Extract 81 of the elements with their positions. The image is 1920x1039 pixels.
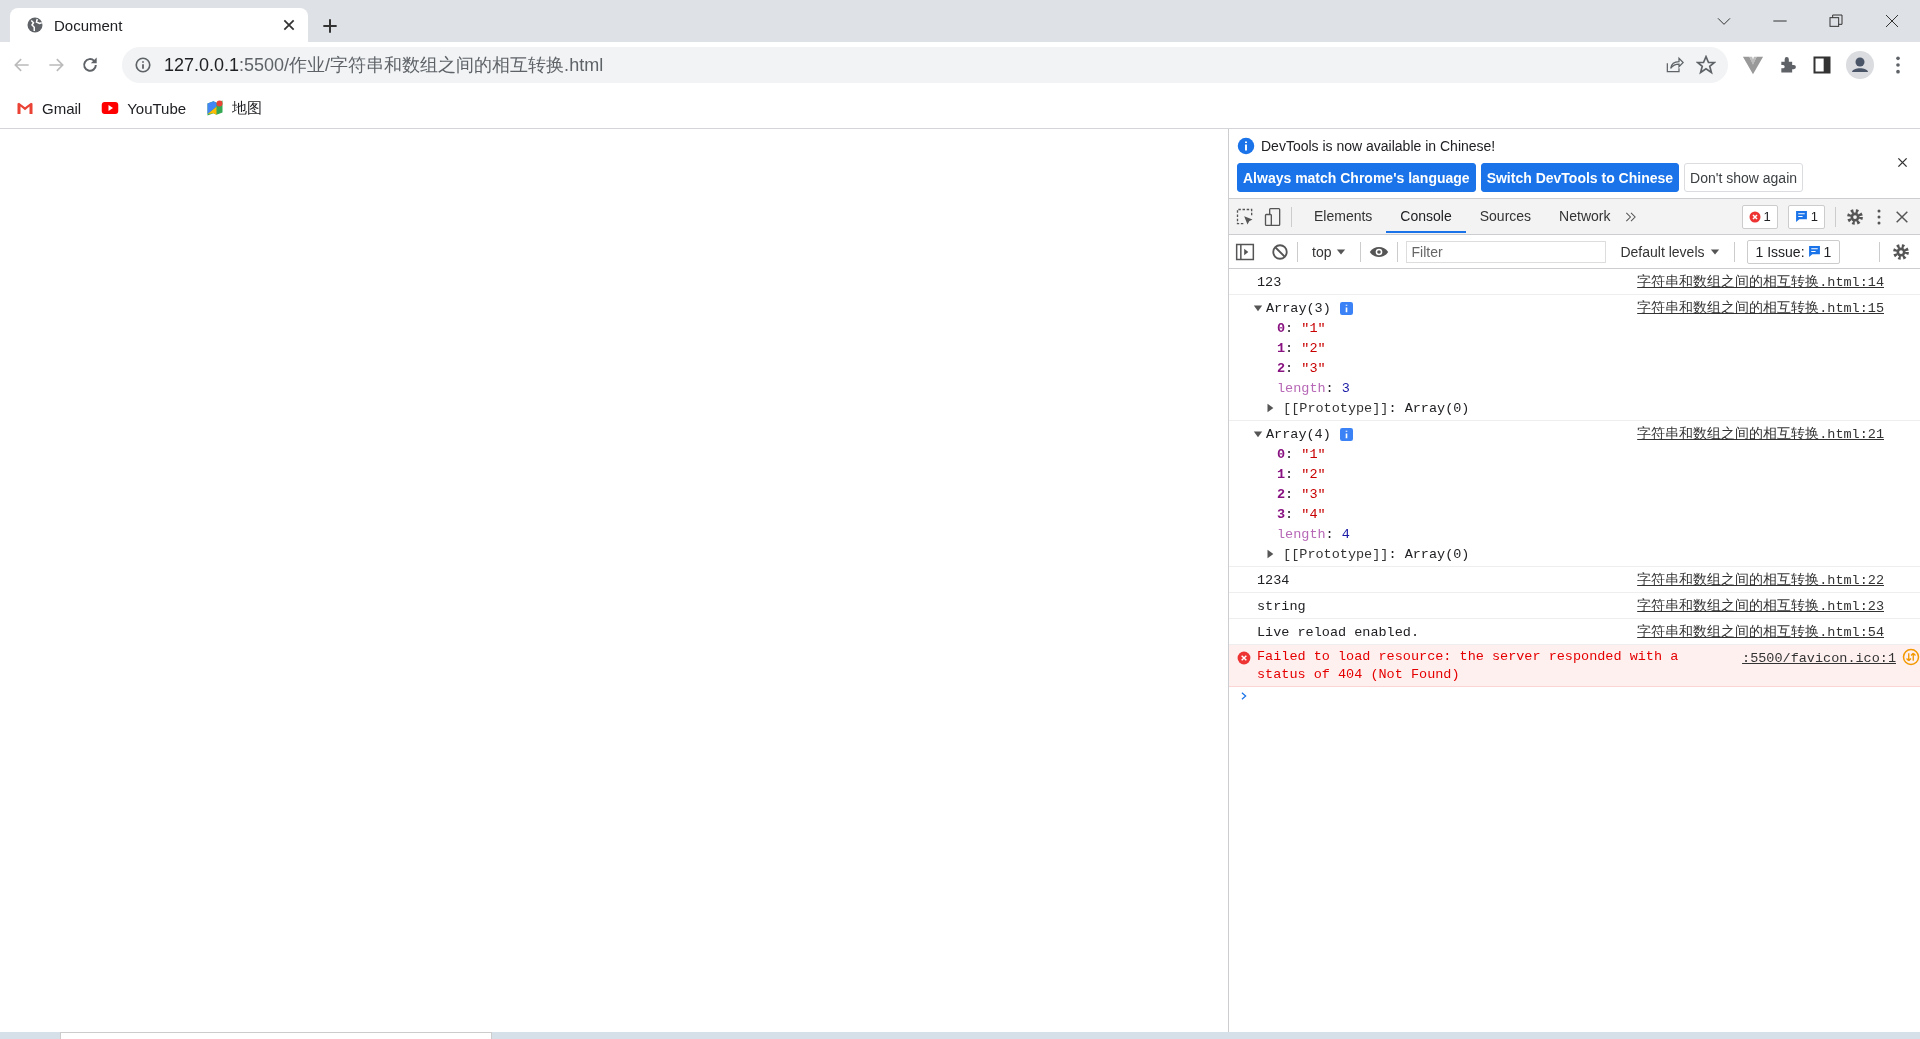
info-icon bbox=[1237, 137, 1255, 155]
error-icon bbox=[1748, 210, 1761, 223]
banner-button[interactable]: Always match Chrome's language bbox=[1237, 163, 1476, 192]
devtools-tab[interactable]: Sources bbox=[1465, 200, 1546, 233]
source-link[interactable]: 字符串和数组之间的相互转换.html:14 bbox=[1637, 272, 1884, 292]
expand-triangle-icon[interactable] bbox=[1265, 549, 1275, 559]
message-counter[interactable]: 1 bbox=[1787, 204, 1825, 229]
devtools-tab[interactable]: Elements bbox=[1300, 200, 1387, 233]
source-link[interactable]: 字符串和数组之间的相互转换.html:54 bbox=[1637, 622, 1884, 642]
star-icon[interactable] bbox=[1696, 55, 1716, 75]
inspect-icon[interactable] bbox=[1235, 206, 1255, 227]
info-icon[interactable] bbox=[134, 56, 152, 74]
close-icon[interactable] bbox=[282, 18, 296, 32]
tab-title: Document bbox=[54, 16, 124, 34]
error-icon bbox=[1237, 651, 1251, 665]
settings-icon[interactable] bbox=[1892, 242, 1910, 261]
info-badge-icon bbox=[1339, 301, 1353, 315]
array-header[interactable]: Array(3) bbox=[1253, 298, 1638, 318]
prompt-icon[interactable] bbox=[1239, 691, 1249, 701]
property-entry: length: 4 bbox=[1276, 525, 1351, 544]
v-logo-icon[interactable] bbox=[1742, 54, 1764, 76]
sidebar-icon[interactable] bbox=[1235, 241, 1255, 262]
log-message: string bbox=[1257, 597, 1307, 616]
info-badge-icon bbox=[1339, 427, 1353, 441]
bookmark[interactable]: YouTube bbox=[101, 99, 187, 117]
side-panel-icon[interactable] bbox=[1812, 55, 1832, 75]
puzzle-icon[interactable] bbox=[1778, 55, 1798, 75]
error-counter[interactable]: 1 bbox=[1741, 204, 1778, 229]
expand-triangle-icon[interactable] bbox=[1253, 303, 1263, 313]
banner-button[interactable]: Don't show again bbox=[1684, 163, 1804, 192]
log-message: Live reload enabled. bbox=[1257, 623, 1421, 642]
restore-icon[interactable] bbox=[1828, 13, 1844, 29]
context-dropdown[interactable]: top bbox=[1306, 242, 1353, 261]
devtools-tab[interactable]: Network bbox=[1545, 200, 1625, 233]
property-entry: length: 3 bbox=[1276, 379, 1351, 398]
prototype-entry[interactable]: [[Prototype]]: Array(0) bbox=[1253, 544, 1638, 564]
plus-icon[interactable] bbox=[322, 18, 338, 34]
settings-icon[interactable] bbox=[1846, 207, 1864, 226]
property-entry: 0: "1" bbox=[1276, 319, 1327, 338]
log-message: 1234 bbox=[1257, 571, 1291, 590]
issues-button[interactable]: 1 Issue: 1 bbox=[1746, 239, 1841, 264]
play-icon bbox=[101, 99, 120, 117]
close-icon[interactable] bbox=[1884, 13, 1900, 29]
device-icon[interactable] bbox=[1263, 206, 1283, 227]
source-link[interactable]: :5500/favicon.ico:1 bbox=[1742, 648, 1896, 668]
map-pin-icon bbox=[206, 99, 225, 117]
expand-triangle-icon[interactable] bbox=[1253, 429, 1263, 439]
log-message: 123 bbox=[1257, 273, 1283, 292]
close-icon[interactable] bbox=[1894, 208, 1910, 225]
avatar-icon[interactable] bbox=[1846, 51, 1874, 79]
expand-triangle-icon[interactable] bbox=[1265, 403, 1275, 413]
message-icon bbox=[1807, 245, 1821, 258]
banner-button[interactable]: Switch DevTools to Chinese bbox=[1480, 163, 1680, 192]
message-icon bbox=[1794, 210, 1808, 223]
array-header[interactable]: Array(4) bbox=[1253, 424, 1638, 444]
levels-dropdown[interactable]: Default levels bbox=[1614, 242, 1726, 261]
globe-icon bbox=[26, 16, 44, 34]
filter-field[interactable]: Filter bbox=[1406, 240, 1607, 263]
property-entry: 3: "4" bbox=[1276, 505, 1327, 524]
property-entry: 0: "1" bbox=[1276, 445, 1327, 464]
devtools-tab[interactable]: Console bbox=[1386, 200, 1466, 233]
banner-message: DevTools is now available in Chinese! bbox=[1261, 138, 1496, 154]
property-entry: 1: "2" bbox=[1276, 465, 1327, 484]
block-icon[interactable] bbox=[1271, 242, 1289, 261]
bookmark[interactable]: Gmail bbox=[16, 99, 82, 117]
bookmark[interactable]: 地图 bbox=[206, 98, 263, 118]
source-link[interactable]: 字符串和数组之间的相互转换.html:22 bbox=[1637, 570, 1884, 590]
property-entry: 1: "2" bbox=[1276, 339, 1327, 358]
source-link[interactable]: 字符串和数组之间的相互转换.html:23 bbox=[1637, 596, 1884, 616]
address-bar[interactable]: 127.0.0.1:5500/作业/字符串和数组之间的相互转换.html bbox=[122, 47, 1728, 83]
browser-tab[interactable]: Document bbox=[10, 8, 308, 42]
source-link[interactable]: 字符串和数组之间的相互转换.html:15 bbox=[1637, 298, 1884, 318]
more-tabs-icon[interactable] bbox=[1624, 209, 1639, 224]
close-icon[interactable] bbox=[1897, 157, 1908, 168]
error-message: Failed to load resource: the server responded with a status of 404 (Not Found) bbox=[1257, 648, 1680, 684]
prototype-entry[interactable]: [[Prototype]]: Array(0) bbox=[1253, 398, 1638, 418]
source-link[interactable]: 字符串和数组之间的相互转换.html:21 bbox=[1637, 424, 1884, 444]
share-icon[interactable] bbox=[1664, 55, 1684, 75]
reload-icon[interactable] bbox=[80, 55, 100, 75]
property-entry: 2: "3" bbox=[1276, 359, 1327, 378]
property-entry: 2: "3" bbox=[1276, 485, 1327, 504]
